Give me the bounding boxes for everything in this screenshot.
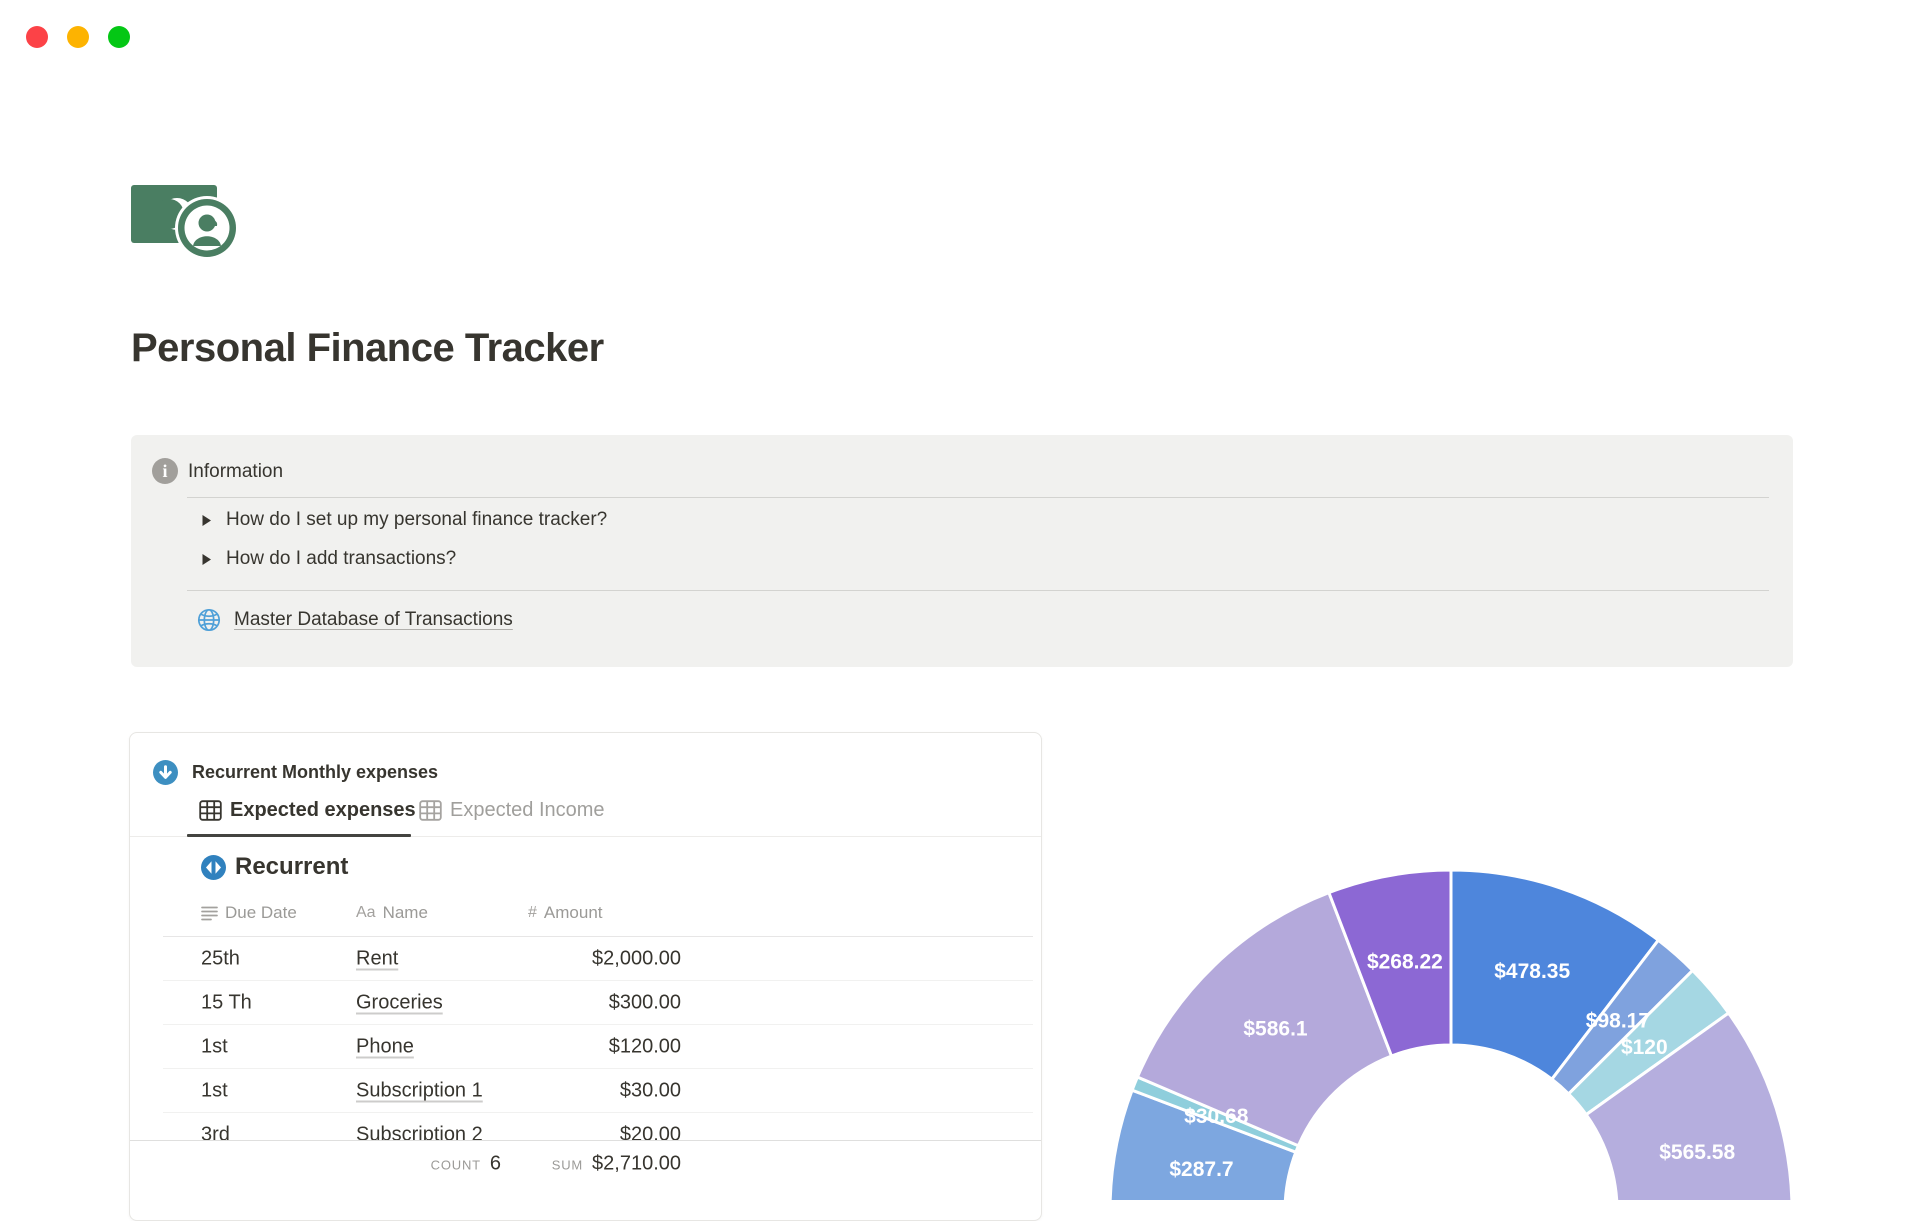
donut-segment-label: $565.58 <box>1659 1141 1735 1164</box>
zoom-window-button[interactable] <box>108 26 130 48</box>
toggle-setup-question[interactable]: How do I set up my personal finance trac… <box>201 509 607 531</box>
section-title: Recurrent <box>235 853 349 880</box>
table-calculations-footer: COUNT 6 SUM $2,710.00 <box>130 1140 1041 1186</box>
donut-segment-label: $478.35 <box>1494 960 1570 983</box>
divider <box>187 590 1769 591</box>
amount-cell[interactable]: $300.00 <box>609 992 681 1015</box>
count-label: COUNT <box>430 1157 481 1172</box>
table-row[interactable]: 1st Phone $120.00 <box>130 1025 1041 1069</box>
donut-segment-label: $287.7 <box>1169 1158 1233 1181</box>
tab-label: Expected expenses <box>230 799 416 821</box>
table-row[interactable]: 3rd Subscription 2 $20.00 <box>130 1113 1041 1141</box>
toggle-label: How do I add transactions? <box>226 548 457 569</box>
card-header: Recurrent Monthly expenses <box>153 760 438 785</box>
close-window-button[interactable] <box>26 26 48 48</box>
column-label: Due Date <box>225 903 297 922</box>
number-property-icon: # <box>528 904 537 921</box>
down-arrow-circle-icon <box>153 760 178 785</box>
column-label: Amount <box>543 903 603 922</box>
amount-cell[interactable]: $20.00 <box>620 1124 681 1141</box>
info-icon: i <box>152 458 178 484</box>
toggle-add-transactions-question[interactable]: How do I add transactions? <box>201 548 456 570</box>
page-icon[interactable] <box>131 184 241 265</box>
title-property-icon: Aa <box>356 904 376 921</box>
tab-expected-income[interactable]: Expected Income <box>419 799 605 822</box>
master-database-link[interactable]: Master Database of Transactions <box>234 609 513 631</box>
due-date-cell[interactable]: 15 Th <box>201 992 252 1015</box>
count-value: 6 <box>489 1152 501 1174</box>
name-cell-page-link[interactable]: Phone <box>356 1036 414 1059</box>
amount-cell[interactable]: $2,000.00 <box>592 948 681 971</box>
minimize-window-button[interactable] <box>67 26 89 48</box>
name-cell-page-link[interactable]: Rent <box>356 948 398 971</box>
column-label: Name <box>382 903 428 922</box>
table-row[interactable]: 25th Rent $2,000.00 <box>130 937 1041 981</box>
sync-arrows-circle-icon <box>201 854 226 880</box>
table-row[interactable]: 1st Subscription 1 $30.00 <box>130 1069 1041 1113</box>
table-icon <box>419 800 442 821</box>
page-title: Personal Finance Tracker <box>131 326 604 370</box>
toggle-triangle-icon <box>202 514 211 526</box>
name-cell-page-link[interactable]: Groceries <box>356 992 443 1015</box>
globe-icon <box>197 608 221 632</box>
callout-title: Information <box>188 461 284 482</box>
count-calculation[interactable]: COUNT 6 <box>431 1152 501 1175</box>
toggle-label: How do I set up my personal finance trac… <box>226 509 608 530</box>
text-property-icon <box>201 906 218 920</box>
amount-cell[interactable]: $120.00 <box>609 1036 681 1059</box>
amount-cell[interactable]: $30.00 <box>620 1080 681 1103</box>
table-rows: 25th Rent $2,000.00 15 Th Groceries $300.00 1s… <box>130 937 1041 1140</box>
tab-label: Expected Income <box>450 799 605 821</box>
recurrent-section-heading: Recurrent <box>201 853 348 881</box>
card-title: Recurrent Monthly expenses <box>192 762 439 782</box>
master-database-link-row: Master Database of Transactions <box>196 607 513 633</box>
active-tab-underline <box>187 834 411 837</box>
recurrent-expenses-card: Recurrent Monthly expenses Expected expe… <box>129 732 1042 1221</box>
table-row[interactable]: 15 Th Groceries $300.00 <box>130 981 1041 1025</box>
due-date-cell[interactable]: 3rd <box>201 1124 230 1141</box>
due-date-cell[interactable]: 1st <box>201 1036 228 1059</box>
sum-calculation[interactable]: SUM $2,710.00 <box>552 1152 681 1175</box>
window-controls <box>26 26 130 48</box>
column-header-name[interactable]: Aa Name <box>356 903 428 923</box>
name-cell-page-link[interactable]: Subscription 2 <box>356 1124 483 1141</box>
donut-segment-label: $98.17 <box>1586 1009 1650 1032</box>
sum-value: $2,710.00 <box>592 1152 681 1174</box>
expenses-donut-chart: $478.35 $98.17 $120 $565.58 $287.7 $30.68 $586… <box>1108 868 1794 1200</box>
donut-segment-label: $30.68 <box>1184 1105 1249 1128</box>
toggle-triangle-icon <box>202 553 211 565</box>
donut-segment-label: $120 <box>1621 1036 1668 1059</box>
table-icon <box>199 800 222 821</box>
due-date-cell[interactable]: 25th <box>201 948 240 971</box>
divider <box>187 497 1769 498</box>
money-banknote-coin-icon <box>131 185 239 260</box>
tab-expected-expenses[interactable]: Expected expenses <box>199 799 416 822</box>
table-header-row: Due Date Aa Name # Amount <box>130 903 1041 933</box>
column-header-due-date[interactable]: Due Date <box>201 903 297 923</box>
name-cell-page-link[interactable]: Subscription 1 <box>356 1080 483 1103</box>
column-header-amount[interactable]: # Amount <box>528 903 603 923</box>
donut-segment-label: $268.22 <box>1367 951 1443 974</box>
sum-label: SUM <box>551 1157 584 1172</box>
donut-segment-label: $586.1 <box>1243 1017 1308 1040</box>
due-date-cell[interactable]: 1st <box>201 1080 228 1103</box>
information-callout: i Information How do I set up my persona… <box>131 435 1793 667</box>
